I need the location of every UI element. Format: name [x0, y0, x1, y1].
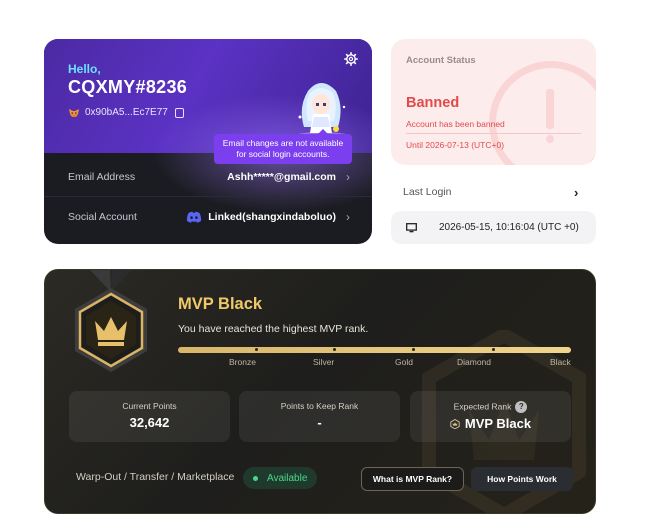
tooltip-line: for social login accounts.	[236, 149, 330, 159]
mvp-rank-subtitle: You have reached the highest MVP rank.	[178, 323, 369, 335]
email-tooltip: Email changes are not available for soci…	[214, 129, 352, 164]
account-status-title: Account Status	[406, 55, 476, 66]
what-is-mvp-rank-button[interactable]: What is MVP Rank?	[361, 467, 464, 491]
tooltip-line: Email changes are not available	[222, 138, 344, 148]
ban-message: Account has been banned	[406, 119, 505, 129]
settings-gear-icon[interactable]	[344, 52, 358, 66]
mvp-card: MVP Black You have reached the highest M…	[44, 269, 596, 514]
rank-label-black: Black	[550, 357, 571, 367]
social-username: (shangxindaboluo)	[242, 211, 336, 223]
wallet-address-row: 0x90bA5...Ec7E77	[68, 107, 184, 118]
expected-rank-value: MVP Black	[464, 416, 532, 431]
email-value: Ashh*****@gmail.com	[227, 170, 336, 183]
status-badge: Banned	[406, 95, 460, 111]
monitor-icon	[406, 222, 417, 232]
profile-card: Hello, CQXMY#8236 0x90bA5...Ec7E77 Email…	[44, 39, 372, 244]
metamask-fox-icon	[69, 108, 79, 117]
social-status: Linked	[208, 211, 243, 223]
rank-tick	[333, 348, 336, 351]
rank-tick	[492, 348, 495, 351]
last-login-time: 2026-05-15, 10:16:04 (UTC +0)	[439, 222, 579, 233]
availability-badge: Available	[243, 467, 317, 489]
rank-label-bronze: Bronze	[229, 357, 256, 367]
rank-tick	[412, 348, 415, 351]
copy-icon[interactable]	[174, 107, 184, 118]
current-points-label: Current Points	[122, 401, 177, 411]
social-account-row[interactable]: Social Account Linked (shangxindaboluo) …	[44, 197, 372, 237]
chevron-right-icon: ›	[346, 210, 350, 224]
rank-progress-bar	[178, 347, 571, 353]
crown-icon	[450, 418, 460, 429]
social-label: Social Account	[68, 211, 137, 223]
email-label: Email Address	[68, 170, 136, 183]
help-icon[interactable]: ?	[515, 401, 528, 413]
points-to-keep-value: -	[317, 415, 322, 430]
rank-label-gold: Gold	[395, 357, 413, 367]
points-to-keep-box: Points to Keep Rank -	[239, 391, 400, 442]
divider	[406, 133, 581, 134]
status-dot-icon	[253, 475, 258, 481]
rank-tick	[255, 348, 258, 351]
mvp-rank-title: MVP Black	[178, 295, 263, 313]
current-points-value: 32,642	[129, 415, 170, 430]
warning-icon	[489, 61, 596, 165]
current-points-box: Current Points 32,642	[69, 391, 230, 442]
expected-rank-box: Expected Rank? MVP Black	[410, 391, 571, 442]
points-to-keep-label: Points to Keep Rank	[280, 401, 359, 411]
greeting: Hello,	[68, 62, 101, 76]
rank-label-silver: Silver	[313, 357, 335, 367]
wallet-address: 0x90bA5...Ec7E77	[85, 107, 168, 118]
how-points-work-button[interactable]: How Points Work	[471, 467, 573, 491]
chevron-right-icon: ›	[346, 169, 350, 184]
username: CQXMY#8236	[68, 77, 188, 97]
last-login-title: Last Login	[403, 186, 452, 198]
discord-icon	[187, 211, 202, 223]
account-status-card: Account Status Banned Account has been b…	[391, 39, 596, 165]
mvp-crown-badge-icon	[75, 270, 147, 372]
ban-until: Until 2026-07-13 (UTC+0)	[406, 140, 505, 150]
warp-transfer-label: Warp-Out / Transfer / Marketplace	[76, 471, 235, 483]
availability-text: Available	[267, 472, 308, 484]
expected-rank-label: Expected Rank	[453, 401, 512, 412]
rank-label-diamond: Diamond	[457, 357, 492, 367]
account-page: Hello, CQXMY#8236 0x90bA5...Ec7E77 Email…	[0, 0, 656, 523]
last-login-row: 2026-05-15, 10:16:04 (UTC +0)	[391, 211, 596, 244]
last-login-chevron-icon[interactable]: ›	[574, 185, 578, 200]
